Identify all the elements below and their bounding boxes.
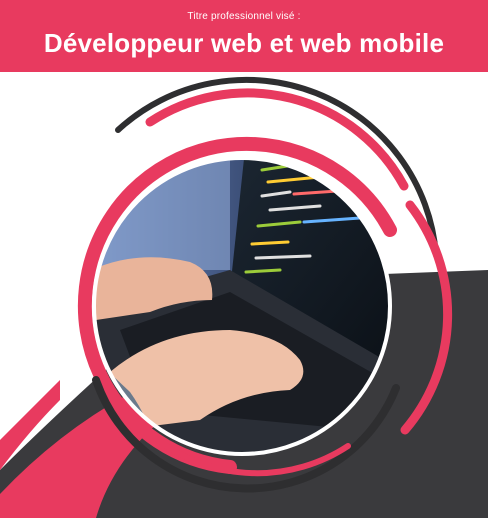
title-banner: Titre professionnel visé : Développeur w… (0, 0, 488, 72)
banner-subtitle: Titre professionnel visé : (187, 11, 301, 22)
cover-illustration (0, 76, 488, 518)
banner-title: Développeur web et web mobile (43, 28, 445, 58)
